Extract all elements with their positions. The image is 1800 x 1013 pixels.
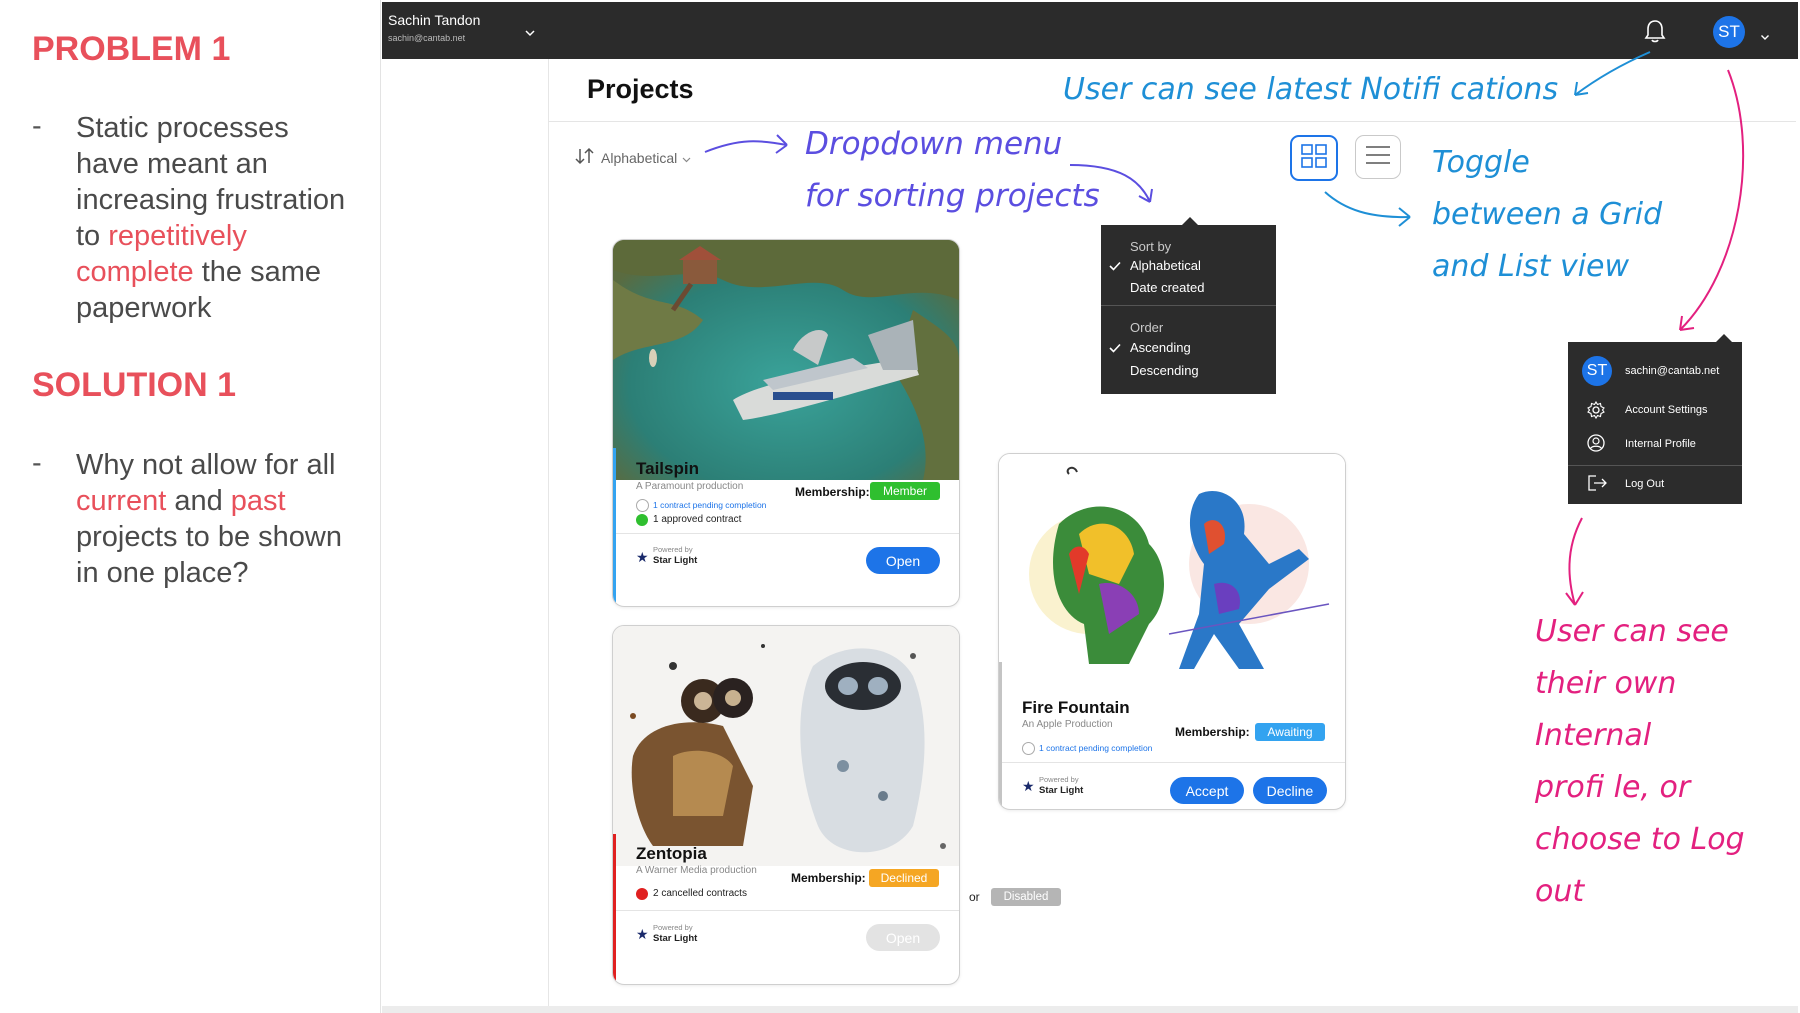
- annotation-profile-line: Internal: [1535, 718, 1652, 753]
- annotation-profile-line: choose to Log: [1535, 822, 1745, 857]
- annotation-toggle-line2: between a Grid: [1432, 197, 1663, 232]
- annotation-profile-line: User can see: [1535, 614, 1729, 649]
- annotation-toggle-line1: Toggle: [1432, 145, 1530, 180]
- annotation-profile-line: profi le, or: [1535, 770, 1691, 805]
- annotation-dropdown-line1: Dropdown menu: [805, 126, 1063, 162]
- annotation-notifications: User can see latest Notifi cations: [1063, 72, 1559, 107]
- annotation-toggle-line3: and List view: [1432, 249, 1630, 284]
- annotation-profile-line: their own: [1535, 666, 1677, 701]
- annotation-profile-line: out: [1535, 874, 1585, 909]
- annotation-dropdown-line2: for sorting projects: [805, 178, 1100, 214]
